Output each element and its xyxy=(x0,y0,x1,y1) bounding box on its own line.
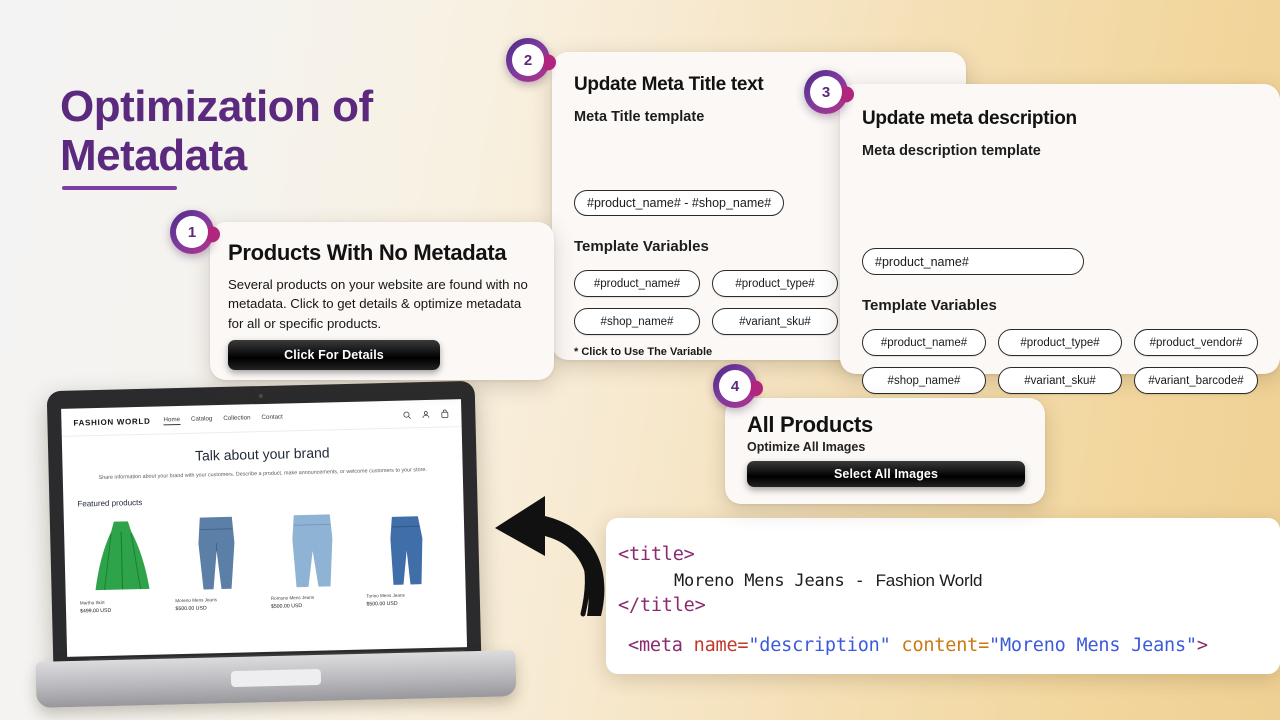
product-card[interactable]: Torino Mens Jeans $500.00 USD xyxy=(364,508,452,608)
store-brand-logo: FASHION WORLD xyxy=(73,416,151,428)
product-price: $500.00 USD xyxy=(366,600,398,608)
product-price: $500.00 USD xyxy=(175,605,207,613)
step-badge-2: 2 xyxy=(506,38,550,82)
code-preview-panel: <title> Moreno Mens Jeans - Fashion Worl… xyxy=(606,518,1280,674)
product-name: Torino Mens Jeans xyxy=(366,592,405,599)
variable-pill-shop-name[interactable]: #shop_name# xyxy=(862,367,986,394)
product-thumbnail xyxy=(269,510,356,590)
card4-title: All Products xyxy=(747,412,873,437)
featured-products-grid: Martha Skirt $499.00 USD Moreno Mens Jea… xyxy=(78,508,452,615)
page-title-line-2: Metadata xyxy=(60,131,247,181)
click-for-details-button[interactable]: Click For Details xyxy=(228,340,440,370)
card2-variables-label: Template Variables xyxy=(574,238,709,255)
variable-pill-variant-sku[interactable]: #variant_sku# xyxy=(712,308,838,335)
jeans-image xyxy=(198,516,235,590)
variable-pill-product-name[interactable]: #product_name# xyxy=(862,329,986,356)
meta-title-template-input[interactable]: #product_name# - #shop_name# xyxy=(574,190,785,216)
product-card[interactable]: Moreno Mens Jeans $500.00 USD xyxy=(173,512,261,612)
code-line-title-open: <title> xyxy=(618,544,695,565)
storefront-hero-heading: Talk about your brand xyxy=(194,444,330,464)
jeans-image xyxy=(292,514,333,588)
page-title-line-1: Optimization of xyxy=(60,82,373,131)
product-thumbnail xyxy=(364,508,451,588)
webcam-icon xyxy=(258,393,263,399)
nav-link-catalog[interactable]: Catalog xyxy=(191,415,213,425)
card1-description: Several products on your website are fou… xyxy=(228,277,528,331)
code-line-title-value: Moreno Mens Jeans - Fashion World xyxy=(674,570,983,591)
code-line-meta: <meta name="description" content="Moreno… xyxy=(628,634,1208,656)
variable-pill-product-vendor[interactable]: #product_vendor# xyxy=(1134,329,1258,356)
variable-pill-product-name[interactable]: #product_name# xyxy=(574,270,700,297)
cart-icon[interactable] xyxy=(440,409,449,418)
product-price: $499.00 USD xyxy=(79,607,112,615)
jeans-image xyxy=(390,516,423,586)
nav-link-home[interactable]: Home xyxy=(163,416,181,426)
product-thumbnail xyxy=(173,512,260,592)
skirt-image xyxy=(95,521,150,591)
laptop-screen: FASHION WORLD Home Catalog Collection Co… xyxy=(61,399,468,657)
card1-title: Products With No Metadata xyxy=(228,240,507,265)
all-products-card: All Products Optimize All Images Select … xyxy=(725,398,1045,504)
storefront-nav-links: Home Catalog Collection Contact xyxy=(163,414,283,426)
search-icon[interactable] xyxy=(402,410,411,419)
laptop-lid: FASHION WORLD Home Catalog Collection Co… xyxy=(46,380,482,670)
title-underline-rule xyxy=(62,186,177,190)
code-line-title-close: </title> xyxy=(618,595,706,617)
nav-link-collection[interactable]: Collection xyxy=(223,414,250,424)
step-badge-1: 1 xyxy=(170,210,214,254)
card3-variables-row-1: #product_name# #product_type# #product_v… xyxy=(862,329,1258,356)
storefront-nav: FASHION WORLD Home Catalog Collection Co… xyxy=(61,399,462,437)
laptop-mockup: FASHION WORLD Home Catalog Collection Co… xyxy=(35,380,517,720)
featured-products-label: Featured products xyxy=(77,498,143,509)
step-badge-3-number: 3 xyxy=(810,76,842,108)
card4-subtitle: Optimize All Images xyxy=(747,440,866,454)
card3-variables-label: Template Variables xyxy=(862,297,997,314)
card3-field-label: Meta description template xyxy=(862,143,1041,159)
card3-title: Update meta description xyxy=(862,108,1077,129)
card3-variables-row-2: #shop_name# #variant_sku# #variant_barco… xyxy=(862,367,1258,394)
step-badge-4-number: 4 xyxy=(719,370,751,402)
step-badge-3: 3 xyxy=(804,70,848,114)
product-name: Moreno Mens Jeans xyxy=(175,597,218,604)
nav-link-contact[interactable]: Contact xyxy=(261,414,283,424)
select-all-images-button[interactable]: Select All Images xyxy=(747,461,1025,487)
storefront-hero-paragraph: Share information about your brand with … xyxy=(98,467,427,482)
variable-pill-variant-sku[interactable]: #variant_sku# xyxy=(998,367,1122,394)
step-badge-2-number: 2 xyxy=(512,44,544,76)
product-name: Romano Mens Jeans xyxy=(270,594,315,602)
meta-description-template-input[interactable]: #product_name# xyxy=(862,248,1084,275)
laptop-trackpad-notch xyxy=(230,668,322,688)
variable-pill-variant-barcode[interactable]: #variant_barcode# xyxy=(1134,367,1258,394)
variable-pill-product-type[interactable]: #product_type# xyxy=(712,270,838,297)
curved-arrow-icon xyxy=(495,496,605,617)
variable-pill-shop-name[interactable]: #shop_name# xyxy=(574,308,700,335)
storefront-nav-icons xyxy=(402,409,449,419)
step-badge-4: 4 xyxy=(713,364,757,408)
product-price: $500.00 USD xyxy=(270,603,303,611)
step-badge-1-number: 1 xyxy=(176,216,208,248)
product-name: Martha Skirt xyxy=(79,600,105,606)
card2-hint: * Click to Use The Variable xyxy=(574,346,713,358)
product-card[interactable]: Romano Mens Jeans $500.00 USD xyxy=(269,510,357,610)
account-icon[interactable] xyxy=(421,410,430,419)
product-card[interactable]: Martha Skirt $499.00 USD xyxy=(78,515,166,615)
products-with-no-metadata-card: Products With No Metadata Several produc… xyxy=(210,222,554,380)
update-meta-description-card: Update meta description Meta description… xyxy=(840,84,1280,452)
product-thumbnail xyxy=(78,515,165,595)
variable-pill-product-type[interactable]: #product_type# xyxy=(998,329,1122,356)
page-title: Optimization of Metadata xyxy=(60,82,530,181)
